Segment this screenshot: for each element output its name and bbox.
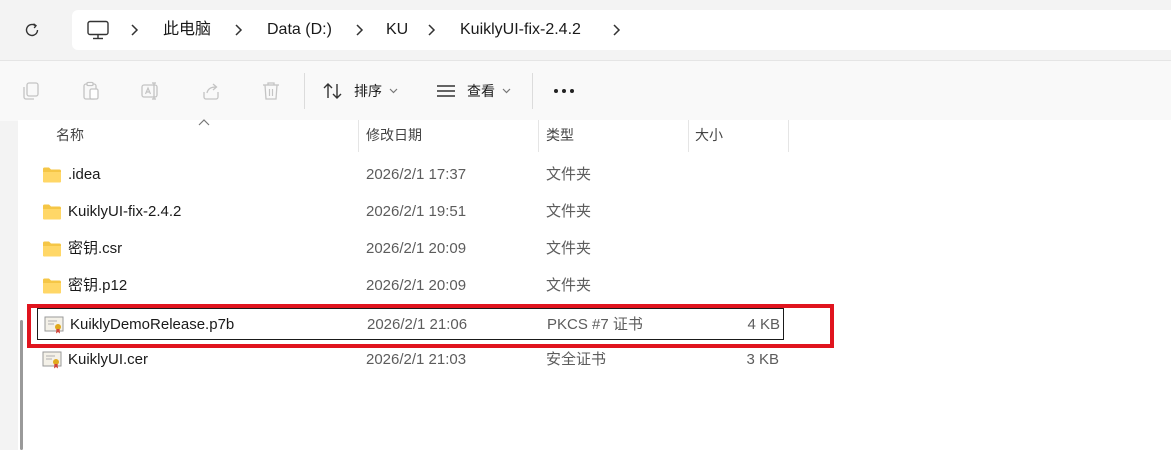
breadcrumb-current-folder[interactable]: KuiklyUI-fix-2.4.2 — [460, 20, 581, 40]
address-bar-row: 此电脑 Data (D:) KU KuiklyUI-fix-2.4.2 — [0, 0, 1171, 60]
file-row[interactable]: 密钥.p12 2026/2/1 20:09 文件夹 — [36, 270, 801, 302]
trash-icon — [263, 82, 279, 100]
file-row[interactable]: 密钥.csr 2026/2/1 20:09 文件夹 — [36, 233, 801, 265]
folder-icon — [43, 204, 61, 220]
column-header-type[interactable]: 类型 — [546, 120, 574, 152]
computer-icon[interactable] — [86, 20, 110, 40]
copy-icon — [23, 82, 39, 100]
view-button[interactable]: 查看 — [435, 75, 511, 107]
column-divider[interactable] — [538, 120, 539, 152]
command-toolbar: 排序 查看 — [0, 60, 1171, 121]
column-divider[interactable] — [358, 120, 359, 152]
file-type: 文件夹 — [546, 277, 592, 294]
file-row[interactable]: .idea 2026/2/1 17:37 文件夹 — [36, 159, 801, 191]
address-bar[interactable]: 此电脑 Data (D:) KU KuiklyUI-fix-2.4.2 — [72, 10, 1171, 50]
view-icon — [437, 85, 455, 97]
certificate-icon — [42, 351, 62, 369]
file-name: KuiklyUI.cer — [68, 351, 149, 368]
refresh-button[interactable] — [18, 16, 46, 44]
folder-icon — [43, 278, 61, 294]
sort-icon — [323, 83, 342, 99]
breadcrumb-drive[interactable]: Data (D:) — [267, 20, 332, 40]
copy-button[interactable] — [19, 79, 43, 103]
column-header-size[interactable]: 大小 — [695, 120, 723, 152]
rename-icon — [141, 82, 158, 100]
sort-ascending-icon — [198, 119, 210, 126]
breadcrumb-ku[interactable]: KU — [386, 20, 408, 40]
file-row[interactable]: KuiklyUI.cer 2026/2/1 21:03 安全证书 3 KB — [36, 344, 801, 376]
folder-icon — [43, 241, 61, 257]
file-name: .idea — [68, 166, 101, 183]
annotation-highlight-box — [27, 304, 834, 348]
chevron-right-icon[interactable] — [610, 22, 624, 38]
more-options-button[interactable] — [552, 79, 576, 103]
delete-button[interactable] — [259, 79, 283, 103]
file-modified: 2026/2/1 20:09 — [366, 240, 467, 257]
folder-icon — [43, 167, 61, 183]
rename-button[interactable] — [139, 79, 163, 103]
column-header-name[interactable]: 名称 — [56, 120, 84, 152]
chevron-right-icon[interactable] — [232, 22, 246, 38]
toolbar-divider — [532, 73, 533, 109]
more-icon — [554, 89, 574, 93]
file-modified: 2026/2/1 21:03 — [366, 351, 467, 368]
toolbar-divider — [304, 73, 305, 109]
refresh-icon — [25, 23, 39, 37]
file-modified: 2026/2/1 19:51 — [366, 203, 467, 220]
file-row[interactable]: KuiklyUI-fix-2.4.2 2026/2/1 19:51 文件夹 — [36, 196, 801, 228]
file-modified: 2026/2/1 17:37 — [366, 166, 467, 183]
file-modified: 2026/2/1 20:09 — [366, 277, 467, 294]
column-header-modified[interactable]: 修改日期 — [366, 120, 422, 152]
column-divider[interactable] — [688, 120, 689, 152]
paste-button[interactable] — [79, 79, 103, 103]
chevron-down-icon — [389, 88, 398, 94]
paste-icon — [83, 81, 99, 100]
sort-label: 排序 — [354, 83, 382, 99]
view-label: 查看 — [467, 83, 495, 99]
column-divider[interactable] — [788, 120, 789, 152]
chevron-right-icon[interactable] — [128, 22, 142, 38]
file-name: KuiklyUI-fix-2.4.2 — [68, 203, 182, 220]
chevron-down-icon — [502, 88, 511, 94]
file-type: 文件夹 — [546, 203, 592, 220]
file-name: 密钥.p12 — [68, 277, 128, 294]
file-type: 安全证书 — [546, 351, 607, 368]
chevron-right-icon[interactable] — [425, 22, 439, 38]
file-type: 文件夹 — [546, 240, 592, 257]
vertical-scrollbar[interactable] — [20, 320, 23, 450]
breadcrumb-this-pc[interactable]: 此电脑 — [163, 20, 211, 40]
sort-button[interactable]: 排序 — [322, 75, 398, 107]
file-size: 3 KB — [746, 351, 779, 368]
share-button[interactable] — [199, 79, 223, 103]
file-type: 文件夹 — [546, 166, 592, 183]
share-icon — [203, 83, 219, 100]
chevron-right-icon[interactable] — [353, 22, 367, 38]
file-name: 密钥.csr — [68, 240, 123, 257]
file-list: 名称 修改日期 类型 大小 .idea 2026/2/1 17:37 文件夹 K… — [18, 119, 1171, 450]
